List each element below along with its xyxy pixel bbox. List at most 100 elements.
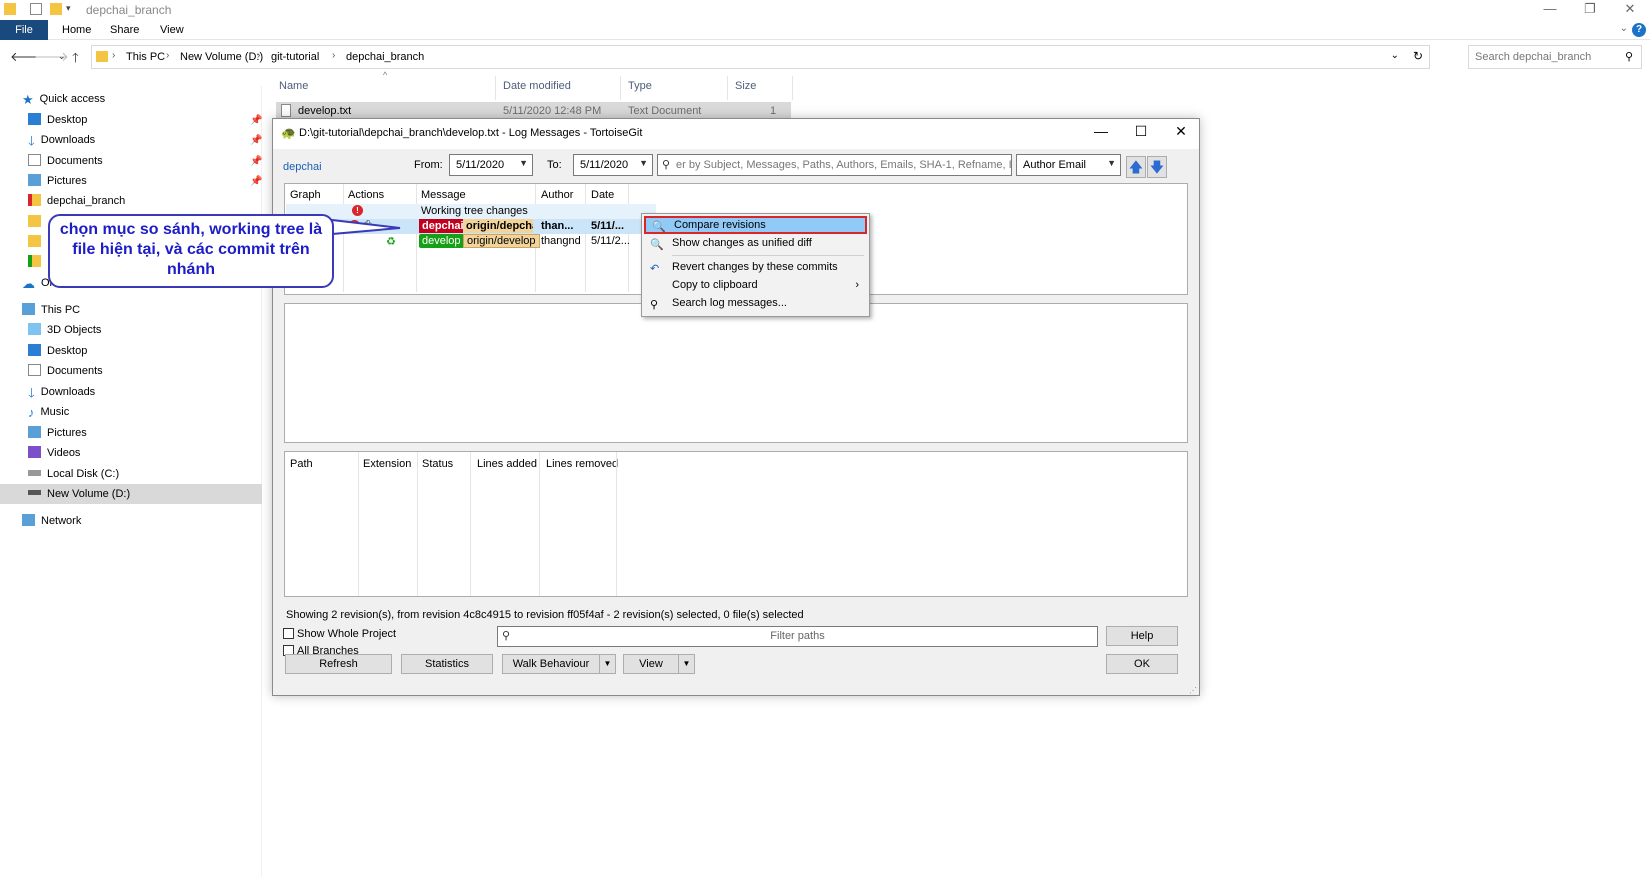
nav-documents[interactable]: Documents [28, 151, 103, 171]
column-divider [417, 452, 418, 596]
pin-icon[interactable]: 📌 [250, 135, 262, 146]
refresh-button[interactable]: Refresh [285, 654, 392, 674]
view-button[interactable]: View ▼ [623, 654, 695, 674]
dialog-minimize-button[interactable]: — [1081, 123, 1121, 139]
refresh-icon[interactable]: ↻ [1413, 49, 1423, 63]
dialog-close-button[interactable]: ✕ [1161, 123, 1201, 140]
recent-chevron-icon[interactable]: ⌄ [58, 51, 66, 62]
breadcrumb-git-tutorial[interactable]: git-tutorial [271, 51, 319, 63]
menu-search-log[interactable]: ⚲ Search log messages... [644, 294, 867, 312]
nav-pc-documents[interactable]: Documents [28, 361, 103, 381]
menu-copy-to-clipboard[interactable]: Copy to clipboard › [644, 276, 867, 294]
column-date[interactable]: Date [591, 189, 614, 201]
up-arrow-icon[interactable]: 🡑 [72, 49, 79, 71]
from-date-picker[interactable]: 5/11/2020 ▼ [449, 154, 533, 176]
column-date-modified[interactable]: Date modified [503, 80, 571, 92]
network-icon [22, 514, 35, 526]
chevron-right-icon[interactable]: › [112, 50, 115, 61]
nav-pc-pictures[interactable]: Pictures [28, 423, 87, 443]
nav-network[interactable]: Network [22, 511, 81, 531]
menu-label: Compare revisions [674, 219, 766, 231]
chevron-right-icon[interactable]: › [257, 50, 260, 61]
chevron-down-icon[interactable]: ▼ [678, 655, 694, 673]
walk-behaviour-button[interactable]: Walk Behaviour ▼ [502, 654, 616, 674]
nav-quick-access[interactable]: ★ Quick access [22, 89, 105, 109]
column-graph[interactable]: Graph [290, 189, 321, 201]
menu-show-unified-diff[interactable]: 🔍 Show changes as unified diff [644, 234, 867, 252]
breadcrumb-new-volume[interactable]: New Volume (D:) [180, 51, 263, 63]
commit-message-pane[interactable] [284, 303, 1188, 443]
menu-compare-revisions[interactable]: 🔍 Compare revisions [644, 216, 867, 234]
git-folder-icon [28, 255, 41, 267]
nav-videos[interactable]: Videos [28, 443, 80, 463]
nav-label: depchai_branch [47, 195, 126, 207]
dialog-maximize-button[interactable]: ☐ [1121, 123, 1161, 140]
nav-pictures[interactable]: Pictures [28, 171, 87, 191]
nav-new-volume-d[interactable]: New Volume (D:) [0, 484, 262, 504]
arrow-down-icon[interactable]: 🡇 [1147, 156, 1167, 178]
address-bar[interactable]: › This PC › New Volume (D:) › git-tutori… [91, 45, 1430, 69]
nav-this-pc[interactable]: This PC [22, 300, 80, 320]
nav-local-disk-c[interactable]: Local Disk (C:) [28, 464, 119, 484]
search-input[interactable]: Search depchai_branch [1468, 45, 1642, 69]
ok-button[interactable]: OK [1106, 654, 1178, 674]
log-search-input[interactable]: ⚲ er by Subject, Messages, Paths, Author… [657, 154, 1012, 176]
column-actions[interactable]: Actions [348, 189, 384, 201]
tab-home[interactable]: Home [52, 20, 101, 40]
minimize-button[interactable]: — [1530, 0, 1570, 20]
nav-music[interactable]: ♪ Music [28, 402, 69, 422]
to-date-picker[interactable]: 5/11/2020 ▼ [573, 154, 653, 176]
column-lines-removed[interactable]: Lines removed [546, 458, 618, 470]
column-extension[interactable]: Extension [363, 458, 411, 470]
help-icon[interactable]: ? [1632, 23, 1646, 37]
pin-icon[interactable]: 📌 [250, 176, 262, 187]
document-icon [28, 364, 41, 376]
column-path[interactable]: Path [290, 458, 313, 470]
nav-label: Downloads [40, 134, 96, 146]
chevron-down-icon[interactable]: ▾ [66, 3, 78, 15]
column-name[interactable]: Name [279, 80, 308, 92]
tab-view[interactable]: View [150, 20, 194, 40]
column-lines-added[interactable]: Lines added [477, 458, 537, 470]
help-button[interactable]: Help [1106, 626, 1178, 646]
nav-pc-desktop[interactable]: Desktop [28, 341, 87, 361]
nav-3d-objects[interactable]: 3D Objects [28, 320, 101, 340]
nav-downloads[interactable]: 🡓 Downloads [28, 130, 95, 150]
pin-icon[interactable]: 📌 [250, 156, 262, 167]
checkbox-box[interactable] [283, 628, 294, 639]
properties-icon[interactable] [30, 3, 42, 15]
breadcrumb-depchai-branch[interactable]: depchai_branch [346, 51, 424, 63]
chevron-down-icon[interactable]: ▼ [599, 655, 615, 673]
menu-revert-changes[interactable]: ↶ Revert changes by these commits [644, 258, 867, 276]
nav-pc-downloads[interactable]: 🡓 Downloads [28, 382, 95, 402]
close-button[interactable]: ✕ [1610, 0, 1650, 20]
tab-share[interactable]: Share [100, 20, 149, 40]
star-icon: ★ [22, 92, 34, 107]
chevron-down-icon[interactable]: ⌄ [1391, 50, 1399, 61]
chevron-right-icon[interactable]: › [332, 50, 335, 61]
breadcrumb-this-pc[interactable]: This PC [126, 51, 165, 63]
column-message[interactable]: Message [421, 189, 466, 201]
filter-paths-input[interactable]: ⚲ Filter paths [497, 626, 1098, 647]
statistics-button[interactable]: Statistics [401, 654, 493, 674]
new-folder-icon[interactable] [50, 3, 62, 15]
nav-desktop[interactable]: Desktop [28, 110, 87, 130]
chevron-right-icon[interactable]: › [166, 50, 169, 61]
maximize-button[interactable]: ❐ [1570, 0, 1610, 20]
tortoisegit-icon: 🐢 [281, 126, 296, 140]
search-icon: ⚲ [1625, 51, 1634, 63]
branch-link[interactable]: depchai [283, 161, 322, 173]
column-author[interactable]: Author [541, 189, 573, 201]
expand-ribbon-icon[interactable]: ⌄ [1620, 23, 1628, 34]
column-status[interactable]: Status [422, 458, 453, 470]
resize-grip-icon[interactable]: ⋰ [1189, 686, 1197, 695]
show-whole-project-checkbox[interactable]: Show Whole Project [283, 628, 396, 640]
column-size[interactable]: Size [735, 80, 756, 92]
search-field-select[interactable]: Author Email ▼ [1016, 154, 1121, 176]
tab-file[interactable]: File [0, 20, 48, 40]
column-type[interactable]: Type [628, 80, 652, 92]
arrow-up-icon[interactable]: 🡅 [1126, 156, 1146, 178]
search-icon: ⚲ [502, 630, 511, 642]
pin-icon[interactable]: 📌 [250, 115, 262, 126]
nav-depchai-branch[interactable]: depchai_branch [28, 191, 125, 211]
